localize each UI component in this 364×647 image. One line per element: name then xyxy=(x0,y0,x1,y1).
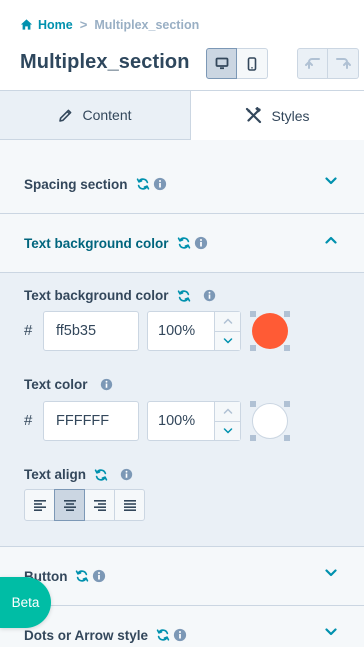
breadcrumb: Home > Multiplex_section xyxy=(20,17,199,32)
text-background-section-header[interactable]: Text background color xyxy=(0,214,364,273)
align-right-icon xyxy=(93,500,106,511)
beta-feedback-button[interactable]: Beta xyxy=(0,577,51,628)
info-icon[interactable] xyxy=(100,378,113,391)
breadcrumb-separator: > xyxy=(79,17,88,32)
bg-color-hex-value: ff5b35 xyxy=(56,323,97,339)
info-icon[interactable] xyxy=(92,569,106,583)
text-color-swatch[interactable] xyxy=(250,401,290,441)
tab-styles[interactable]: Styles xyxy=(191,91,364,140)
home-icon xyxy=(20,19,33,30)
bg-color-label: Text background color xyxy=(24,288,169,303)
tab-content[interactable]: Content xyxy=(0,91,191,140)
dots-arrow-section-title: Dots or Arrow style xyxy=(24,627,149,643)
bg-color-opacity-input[interactable]: 100% xyxy=(147,311,241,351)
align-left-icon xyxy=(33,500,46,511)
swatch-handle xyxy=(250,401,256,407)
text-color-opacity-value: 100% xyxy=(158,413,196,429)
text-color-field-label: Text color xyxy=(24,377,113,392)
bg-color-dot xyxy=(252,313,288,349)
undo-icon xyxy=(304,57,320,69)
chevron-up-icon xyxy=(223,408,232,414)
text-color-dot xyxy=(252,403,288,439)
info-icon[interactable] xyxy=(120,468,133,481)
swatch-handle xyxy=(284,311,290,317)
chevron-up-icon xyxy=(223,318,232,324)
bg-color-swatch[interactable] xyxy=(250,311,290,351)
opacity-increase-button[interactable] xyxy=(215,402,240,422)
spacing-section-title: Spacing section xyxy=(24,176,128,192)
swatch-handle xyxy=(284,345,290,351)
text-color-hex-value: FFFFFF xyxy=(56,413,110,429)
breadcrumb-current: Multiplex_section xyxy=(94,17,200,32)
chevron-down-icon xyxy=(325,177,337,185)
bg-color-hex-input[interactable]: ff5b35 xyxy=(43,311,139,351)
align-justify-button[interactable] xyxy=(114,489,145,521)
info-icon[interactable] xyxy=(203,289,216,302)
button-section-header[interactable]: Button xyxy=(0,547,364,606)
chevron-down-icon xyxy=(325,628,337,636)
chevron-down-icon xyxy=(325,569,337,577)
history-controls xyxy=(297,48,359,79)
align-center-button[interactable] xyxy=(54,489,85,521)
align-left-button[interactable] xyxy=(24,489,55,521)
opacity-stepper xyxy=(214,402,240,440)
swatch-handle xyxy=(250,435,256,441)
undo-button[interactable] xyxy=(297,48,328,79)
redo-button[interactable] xyxy=(328,48,359,79)
text-align-group xyxy=(24,489,145,521)
align-right-button[interactable] xyxy=(84,489,115,521)
editor-header: Home > Multiplex_section Multiplex_secti… xyxy=(0,0,364,91)
editor-tabs: Content Styles xyxy=(0,91,364,140)
info-icon[interactable] xyxy=(153,177,167,191)
dots-arrow-section-header[interactable]: Dots or Arrow style xyxy=(0,606,364,647)
opacity-decrease-button[interactable] xyxy=(215,421,240,440)
mobile-icon xyxy=(247,56,257,71)
info-icon[interactable] xyxy=(173,628,187,642)
page-title: Multiplex_section xyxy=(20,51,190,73)
chevron-down-icon xyxy=(223,338,232,344)
desktop-icon xyxy=(215,57,228,70)
align-center-icon xyxy=(63,500,76,511)
opacity-stepper xyxy=(214,312,240,350)
sync-icon[interactable] xyxy=(94,468,108,482)
text-align-label: Text align xyxy=(24,467,87,482)
info-icon[interactable] xyxy=(194,236,208,250)
hash-prefix: # xyxy=(24,322,33,339)
brush-ruler-icon xyxy=(246,107,262,124)
desktop-view-button[interactable] xyxy=(206,48,237,79)
bg-color-field-label: Text background color xyxy=(24,288,216,303)
chevron-up-icon xyxy=(325,236,337,244)
pencil-icon xyxy=(59,109,72,122)
text-color-opacity-input[interactable]: 100% xyxy=(147,401,241,441)
opacity-decrease-button[interactable] xyxy=(215,331,240,350)
sync-icon[interactable] xyxy=(136,177,150,191)
text-background-section-title: Text background color xyxy=(24,235,169,251)
mobile-view-button[interactable] xyxy=(237,48,268,79)
spacing-section-header[interactable]: Spacing section xyxy=(0,155,364,214)
opacity-increase-button[interactable] xyxy=(215,312,240,332)
text-color-hex-input[interactable]: FFFFFF xyxy=(43,401,139,441)
sync-icon[interactable] xyxy=(177,289,191,303)
text-color-label: Text color xyxy=(24,377,88,392)
bg-color-opacity-value: 100% xyxy=(158,323,196,339)
swatch-handle xyxy=(284,401,290,407)
align-justify-icon xyxy=(123,500,136,511)
swatch-handle xyxy=(250,345,256,351)
hash-prefix: # xyxy=(24,412,33,429)
sync-icon[interactable] xyxy=(156,628,170,642)
tab-content-label: Content xyxy=(82,107,132,123)
breadcrumb-home-link[interactable]: Home xyxy=(38,18,73,32)
view-toggle xyxy=(206,48,268,79)
text-align-field-label: Text align xyxy=(24,467,133,482)
swatch-handle xyxy=(250,311,256,317)
redo-icon xyxy=(336,57,351,69)
sync-icon[interactable] xyxy=(75,569,89,583)
chevron-down-icon xyxy=(223,428,232,434)
sync-icon[interactable] xyxy=(177,236,191,250)
tab-styles-label: Styles xyxy=(271,107,310,124)
swatch-handle xyxy=(284,435,290,441)
